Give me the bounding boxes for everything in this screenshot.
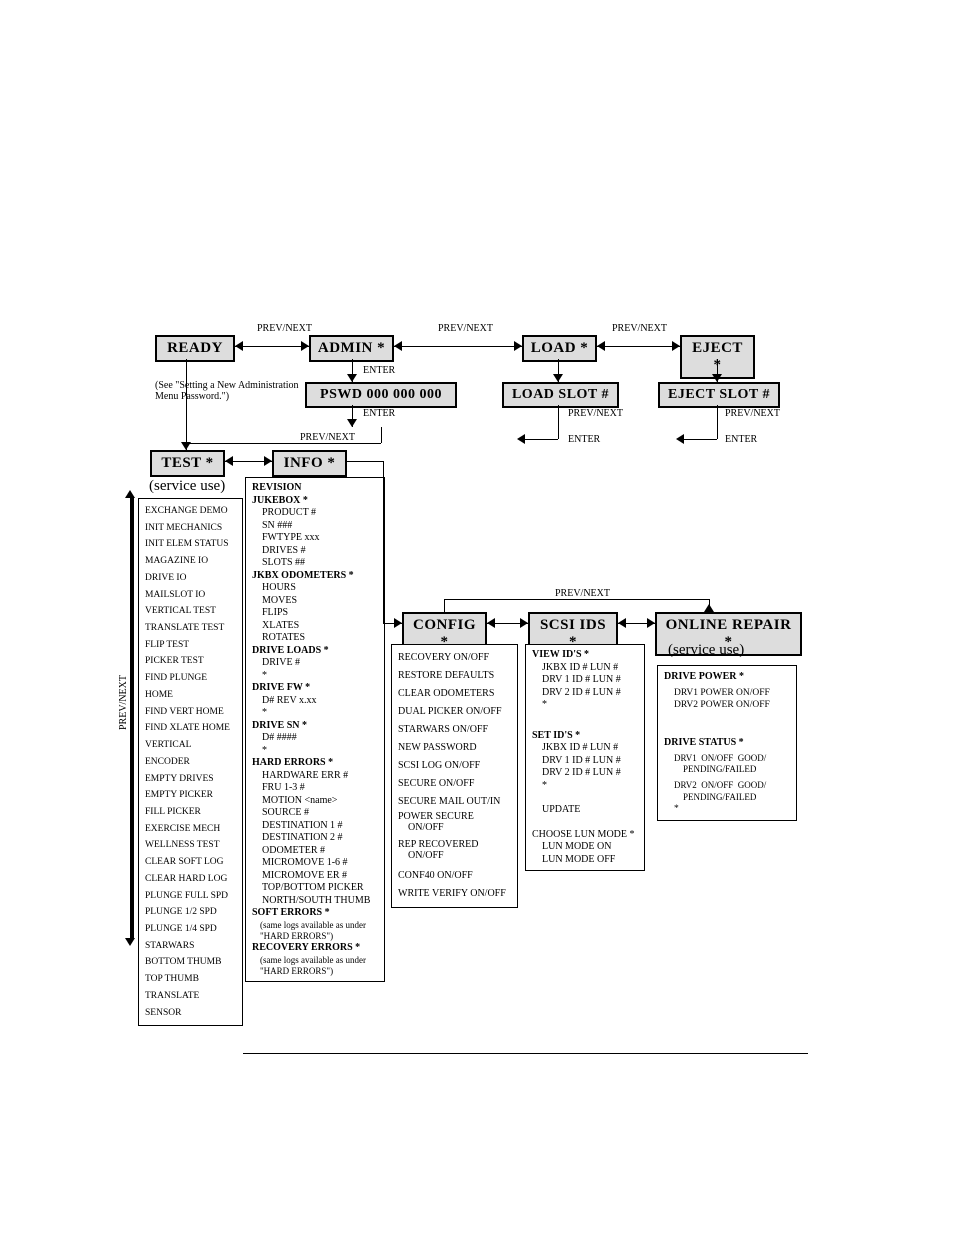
info-box: INFO *	[272, 450, 347, 477]
test-box: TEST *	[150, 450, 225, 477]
prevnext-3: PREV/NEXT	[612, 323, 667, 334]
service-use-1: (service use)	[149, 478, 225, 495]
load-box: LOAD *	[522, 335, 597, 362]
menu-tree-diagram: READY ADMIN * LOAD * EJECT * PSWD 000 00…	[0, 0, 954, 1235]
prevnext-eject: PREV/NEXT	[725, 408, 780, 419]
prevnext-6: PREV/NEXT	[300, 432, 355, 443]
admin-box: ADMIN *	[309, 335, 394, 362]
test-list: EXCHANGE DEMOINIT MECHANICS INIT ELEM ST…	[138, 498, 243, 1026]
repair-list: DRIVE POWER * DRV1 POWER ON/OFF DRV2 POW…	[657, 665, 797, 821]
vertical-bar	[130, 498, 134, 938]
prevnext-load: PREV/NEXT	[568, 408, 623, 419]
enter-4: ENTER	[725, 434, 757, 445]
prevnext-vertical: PREV/NEXT	[118, 675, 129, 730]
up-arrow-icon	[125, 490, 135, 498]
loadslot-box: LOAD SLOT #	[502, 382, 619, 408]
ejectslot-box: EJECT SLOT #	[658, 382, 780, 408]
scsi-list: VIEW ID'S * JKBX ID # LUN # DRV 1 ID # L…	[525, 644, 645, 871]
prevnext-2: PREV/NEXT	[438, 323, 493, 334]
config-list: RECOVERY ON/OFFRESTORE DEFAULTS CLEAR OD…	[391, 644, 518, 908]
prevnext-7: PREV/NEXT	[555, 588, 610, 599]
down-arrow-icon	[125, 938, 135, 946]
setting-note: (See "Setting a New Administration Menu …	[155, 380, 303, 402]
pswd-box: PSWD 000 000 000	[305, 382, 457, 408]
enter-2: ENTER	[363, 408, 395, 419]
ready-box: READY	[155, 335, 235, 362]
service-use-2: (service use)	[668, 642, 744, 659]
enter-3: ENTER	[568, 434, 600, 445]
prevnext-1: PREV/NEXT	[257, 323, 312, 334]
info-list: REVISION JUKEBOX * PRODUCT # SN ### FWTY…	[245, 477, 385, 982]
enter-1: ENTER	[363, 365, 395, 376]
